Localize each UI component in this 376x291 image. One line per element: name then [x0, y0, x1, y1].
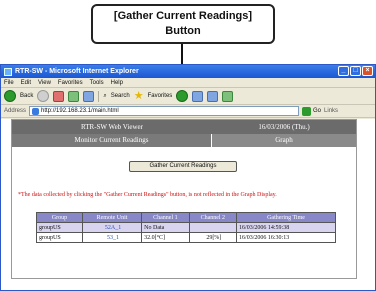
window-title: RTR-SW - Microsoft Internet Explorer [15, 68, 139, 75]
col-group: Group [36, 212, 83, 223]
gather-current-readings-button[interactable]: Gather Current Readings [129, 161, 237, 172]
favorites-label[interactable]: Favorites [148, 93, 173, 99]
menu-favorites[interactable]: Favorites [58, 80, 83, 86]
web-page: RTR-SW Web Viewer 16/03/2006 (Thu.) Moni… [1, 119, 375, 290]
col-remote-unit: Remote Unit [81, 212, 143, 223]
address-url: http://192.168.23.1/main.html [41, 108, 119, 114]
maximize-button[interactable]: □ [350, 66, 361, 76]
browser-window: RTR-SW - Microsoft Internet Explorer _ □… [0, 64, 376, 291]
back-label[interactable]: Back [20, 93, 33, 99]
cell-group: groupUS [36, 222, 83, 233]
cell-gathering-time: 16/03/2006 16:30:13 [236, 232, 336, 243]
menu-bar: File Edit View Favorites Tools Help [1, 78, 375, 88]
table-row: groupUS 52A_1 No Data 16/03/2006 14:59:3… [36, 222, 336, 233]
cell-channel-1: No Data [141, 222, 190, 233]
stop-icon[interactable] [53, 90, 65, 102]
search-icon[interactable]: ⌕ [103, 93, 106, 100]
history-icon[interactable] [192, 90, 204, 102]
address-label: Address [4, 108, 27, 114]
cell-channel-2 [188, 222, 238, 233]
close-button[interactable]: × [362, 66, 373, 76]
cell-group: groupUS [36, 232, 83, 243]
cell-remote-unit-link[interactable]: 52A_1 [81, 222, 143, 233]
viewer-title: RTR-SW Web Viewer [81, 123, 143, 131]
callout-line-1: [Gather Current Readings] [113, 10, 253, 22]
address-input[interactable]: http://192.168.23.1/main.html [29, 106, 300, 116]
cell-channel-2: 29[%] [188, 232, 238, 243]
graph-display-note: *The data collected by clicking the "Gat… [18, 192, 277, 198]
menu-view[interactable]: View [38, 80, 51, 86]
callout-line-2: Button [165, 25, 201, 37]
nav-graph[interactable]: Graph [212, 134, 356, 147]
window-controls: _ □ × [338, 66, 373, 76]
minimize-button[interactable]: _ [338, 66, 349, 76]
home-icon[interactable] [83, 90, 95, 102]
toolbar-separator [98, 90, 100, 102]
callout-box: [Gather Current Readings] Button [91, 4, 275, 44]
viewer-date: 16/03/2006 (Thu.) [258, 123, 310, 131]
viewer-nav: Monitor Current Readings Graph [12, 134, 356, 147]
go-label: Go [313, 108, 322, 114]
col-gathering-time: Gathering Time [236, 212, 336, 223]
ie-app-icon [4, 67, 12, 76]
address-bar: Address http://192.168.23.1/main.html Go… [1, 105, 375, 118]
page-icon [32, 107, 40, 115]
cell-gathering-time: 16/03/2006 14:59:38 [236, 222, 336, 233]
menu-file[interactable]: File [4, 80, 14, 86]
table-row: groupUS 53_1 32.0[°C] 29[%] 16/03/2006 1… [36, 232, 336, 243]
menu-tools[interactable]: Tools [90, 80, 104, 86]
back-arrow-icon[interactable] [4, 90, 16, 102]
table-header-row: Group Remote Unit Channel 1 Channel 2 Ga… [36, 212, 336, 223]
title-bar: RTR-SW - Microsoft Internet Explorer _ □… [1, 65, 375, 78]
readings-table: Group Remote Unit Channel 1 Channel 2 Ga… [36, 212, 336, 243]
nav-monitor-current-readings[interactable]: Monitor Current Readings [12, 134, 212, 147]
go-button[interactable]: Go [302, 106, 322, 116]
viewer-frame: RTR-SW Web Viewer 16/03/2006 (Thu.) Moni… [11, 119, 357, 279]
print-icon[interactable] [222, 90, 234, 102]
favorites-star-icon[interactable]: ★ [134, 90, 144, 102]
cell-channel-1: 32.0[°C] [141, 232, 190, 243]
cell-remote-unit-link[interactable]: 53_1 [81, 232, 143, 243]
menu-edit[interactable]: Edit [21, 80, 31, 86]
col-channel-1: Channel 1 [141, 212, 190, 223]
links-label[interactable]: Links [324, 108, 338, 114]
refresh-icon[interactable] [68, 90, 80, 102]
forward-arrow-icon[interactable] [37, 90, 50, 102]
col-channel-2: Channel 2 [188, 212, 238, 223]
menu-help[interactable]: Help [111, 80, 123, 86]
mail-icon[interactable] [207, 90, 219, 102]
go-arrow-icon [302, 106, 312, 116]
toolbar: Back ⌕ Search ★ Favorites [1, 88, 375, 105]
media-icon[interactable] [176, 90, 189, 102]
search-label[interactable]: Search [111, 93, 130, 99]
viewer-header: RTR-SW Web Viewer 16/03/2006 (Thu.) [12, 120, 356, 134]
